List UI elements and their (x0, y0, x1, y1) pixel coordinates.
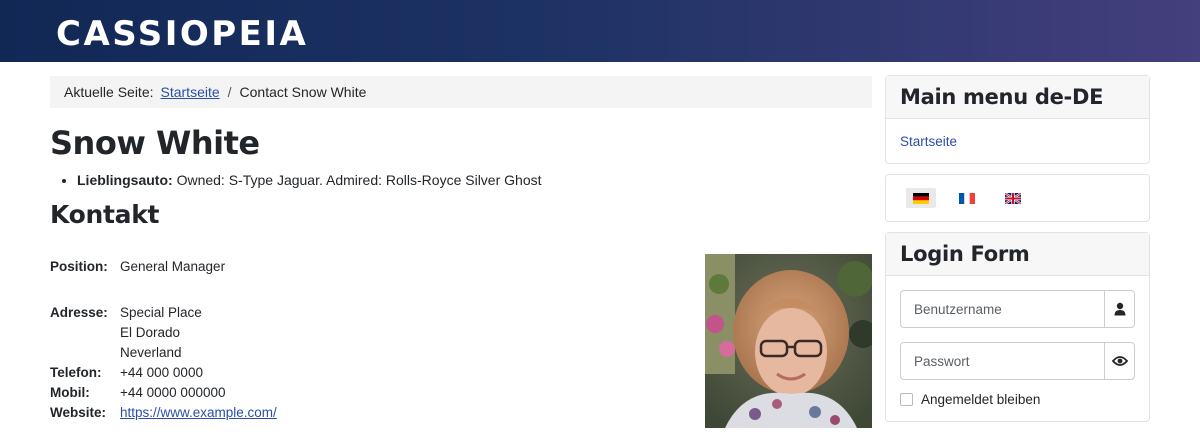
contact-tags: Lieblingsauto: Owned: S-Type Jaguar. Adm… (50, 172, 872, 188)
tag-label: Lieblingsauto: (77, 172, 173, 188)
password-input[interactable] (901, 343, 1104, 379)
language-de[interactable] (906, 188, 936, 208)
tag-value: Owned: S-Type Jaguar. Admired: Rolls-Roy… (176, 172, 542, 188)
main-menu-module: Main menu de-DE Startseite (885, 75, 1150, 164)
french-flag-icon (959, 192, 975, 204)
main-content: Aktuelle Seite: Startseite / Contact Sno… (50, 76, 872, 428)
address-line: Neverland (120, 344, 182, 360)
remember-checkbox[interactable] (900, 393, 913, 406)
login-title: Login Form (886, 233, 1149, 276)
position-value: General Manager (120, 258, 226, 274)
website-row: Website: https://www.example.com/ (50, 402, 690, 422)
language-en[interactable] (998, 188, 1028, 208)
address-label: Adresse: (50, 304, 108, 320)
breadcrumb-current: Contact Snow White (239, 84, 367, 100)
page-title: Snow White (50, 124, 260, 162)
address-line: Special Place (120, 304, 202, 320)
website-link[interactable]: https://www.example.com/ (120, 405, 277, 420)
mobile-value: +44 0000 000000 (120, 384, 226, 400)
breadcrumb-separator: / (227, 84, 232, 100)
phone-value: +44 000 0000 (120, 364, 203, 380)
address-row: Neverland (50, 342, 690, 362)
mobile-row: Mobil: +44 0000 000000 (50, 382, 690, 402)
login-module: Login Form Benutzername Angemeldet bleib… (885, 232, 1150, 422)
german-flag-icon (913, 192, 929, 204)
tag-item: Lieblingsauto: Owned: S-Type Jaguar. Adm… (77, 172, 872, 188)
position-label: Position: (50, 258, 108, 274)
user-icon (1104, 291, 1134, 327)
site-header: CASSIOPEIA (0, 0, 1200, 62)
menu-item-startseite[interactable]: Startseite (900, 134, 957, 149)
language-fr[interactable] (952, 188, 982, 208)
contact-photo (705, 254, 872, 428)
phone-label: Telefon: (50, 364, 102, 380)
language-switcher (885, 174, 1150, 222)
breadcrumb-home-link[interactable]: Startseite (161, 84, 220, 100)
mobile-label: Mobil: (50, 384, 90, 400)
sidebar: Main menu de-DE Startseite Login Form Be… (885, 75, 1150, 432)
contact-details: Position: General Manager Adresse: Speci… (50, 256, 690, 422)
remember-me[interactable]: Angemeldet bleiben (900, 392, 1135, 407)
address-row: El Dorado (50, 322, 690, 342)
password-field-group (900, 342, 1135, 380)
main-menu-title: Main menu de-DE (886, 76, 1149, 119)
remember-label: Angemeldet bleiben (921, 392, 1041, 407)
address-line: El Dorado (120, 324, 181, 340)
breadcrumb-prefix: Aktuelle Seite: (64, 84, 154, 100)
phone-row: Telefon: +44 000 0000 (50, 362, 690, 382)
show-password-icon[interactable] (1104, 343, 1134, 379)
section-title: Kontakt (50, 200, 160, 229)
username-input[interactable] (901, 291, 1104, 327)
position-row: Position: General Manager (50, 256, 690, 276)
site-logo[interactable]: CASSIOPEIA (56, 14, 308, 54)
uk-flag-icon (1005, 192, 1021, 204)
breadcrumb: Aktuelle Seite: Startseite / Contact Sno… (50, 76, 872, 108)
website-label: Website: (50, 404, 107, 420)
address-row: Adresse: Special Place (50, 302, 690, 322)
username-field-group (900, 290, 1135, 328)
